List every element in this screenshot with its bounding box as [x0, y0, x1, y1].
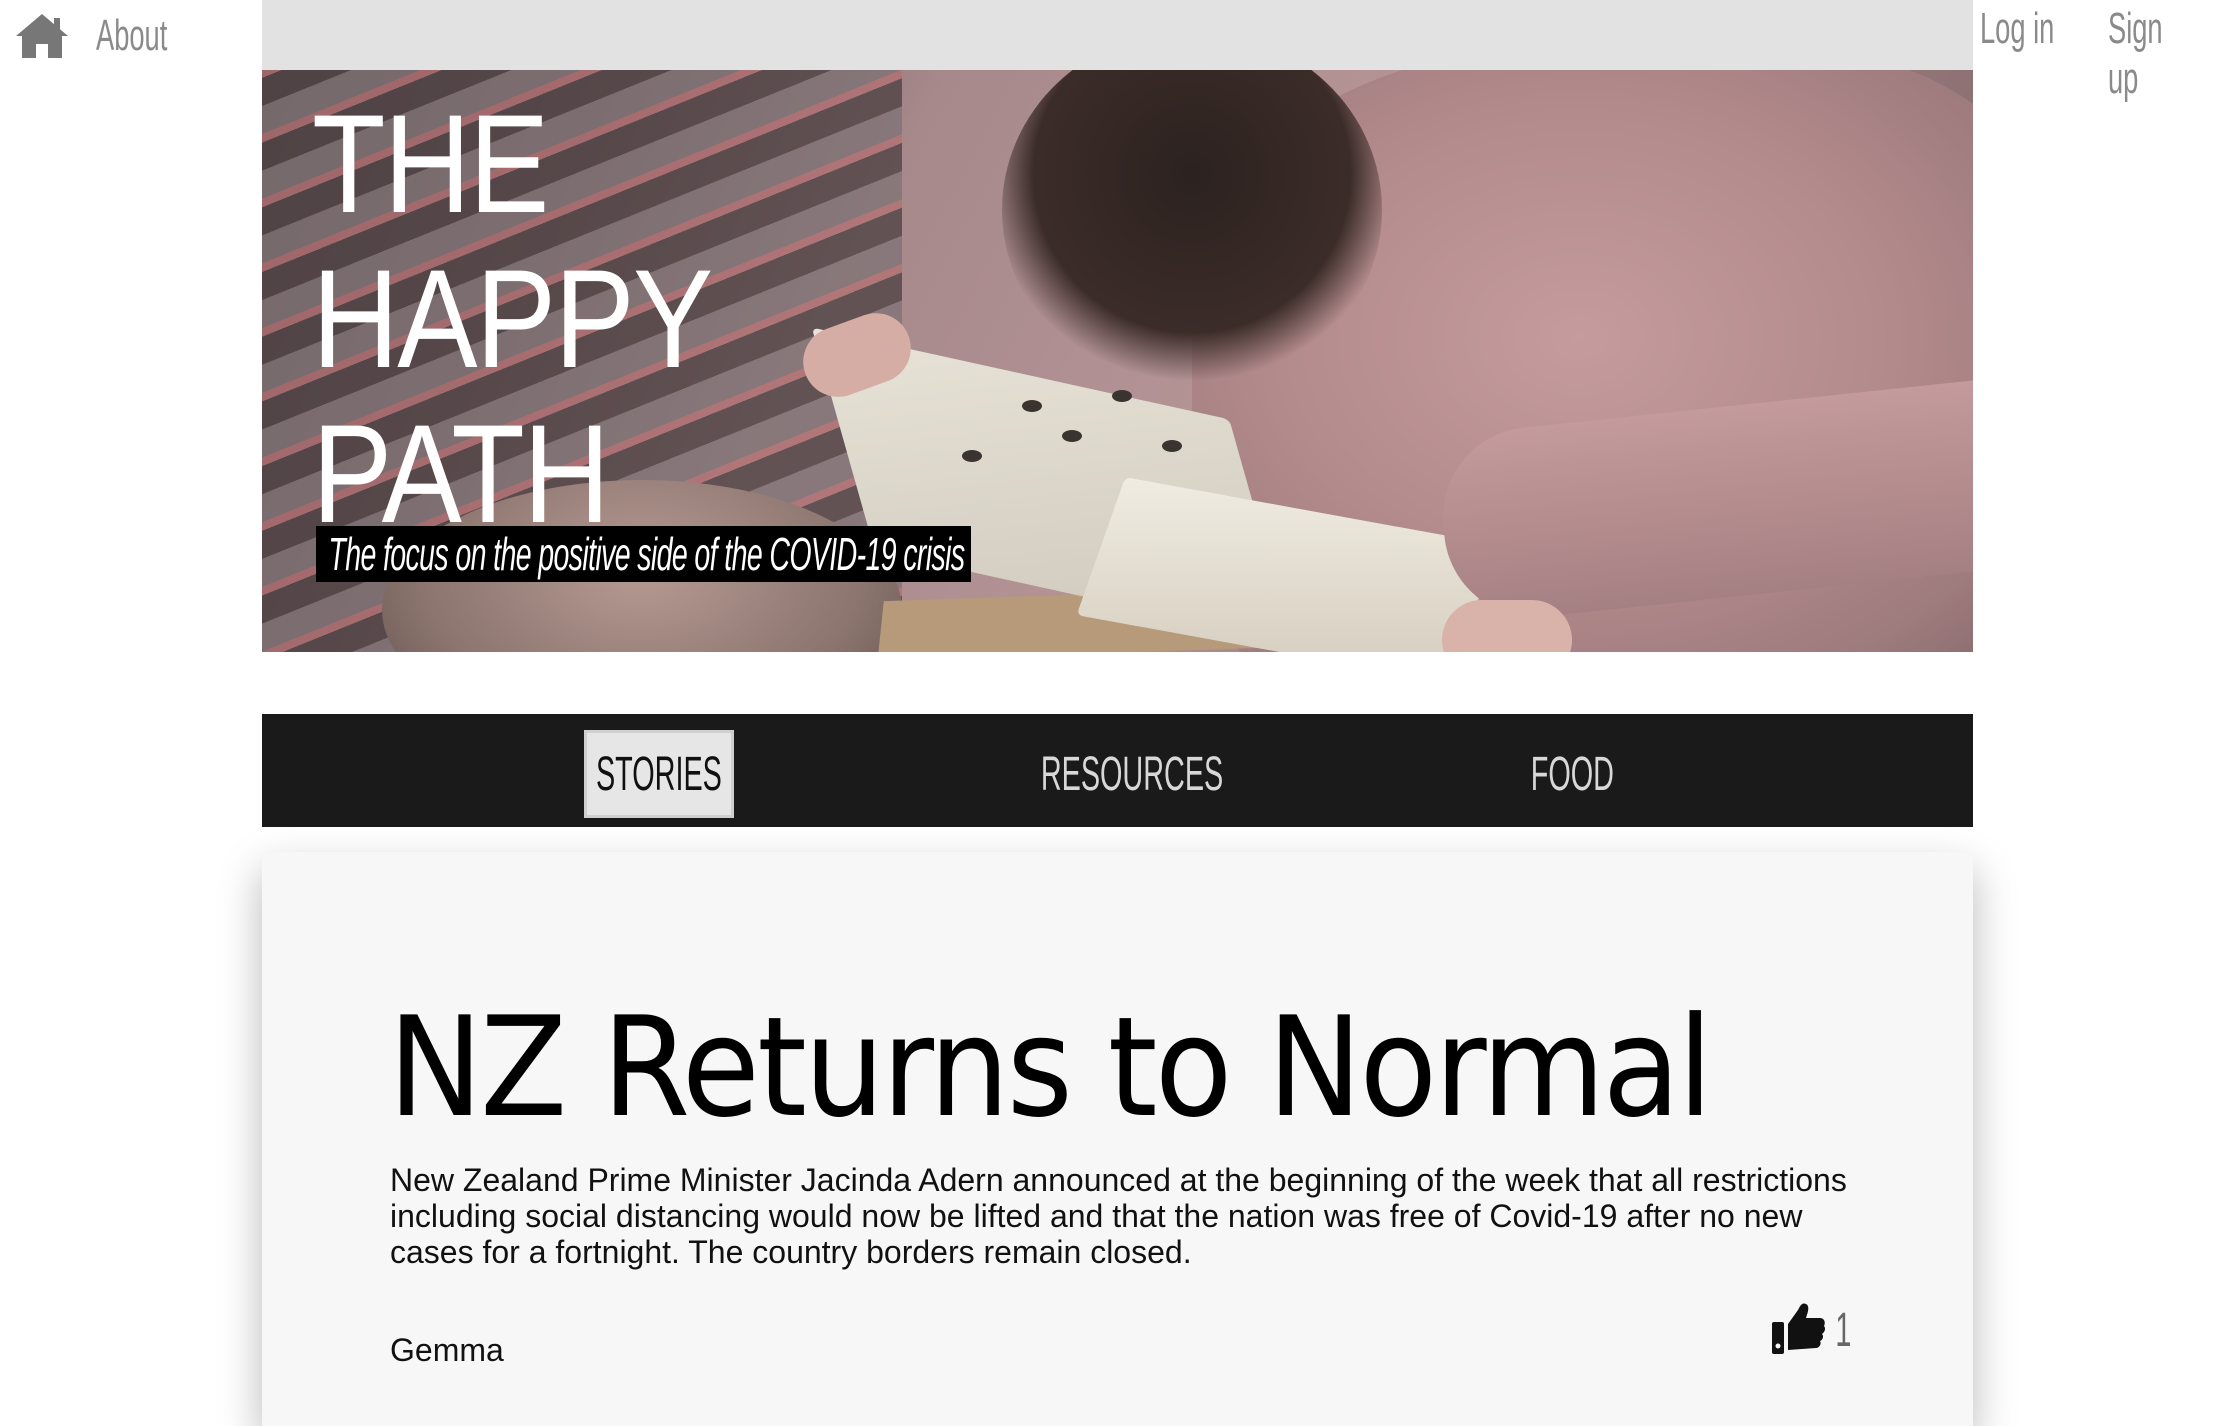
thumbs-up-icon[interactable] [1770, 1300, 1826, 1360]
tagline-text: The focus on the positive side of the CO… [328, 528, 965, 580]
hero-top-strip [262, 0, 1973, 70]
tab-label: FOOD [1530, 747, 1614, 801]
like-count: 1 [1835, 1303, 1852, 1357]
signup-link[interactable]: Sign up [2108, 4, 2190, 104]
home-icon[interactable] [14, 12, 70, 60]
tab-label: STORIES [596, 747, 722, 801]
tab-label: RESOURCES [1040, 747, 1224, 801]
top-left-nav: About [14, 8, 211, 64]
story-title[interactable]: NZ Returns to Normal [388, 987, 1713, 1148]
story-card: NZ Returns to Normal New Zealand Prime M… [262, 852, 1973, 1426]
tab-food[interactable]: FOOD [1522, 730, 1622, 818]
site-title-line: HAPPY [312, 240, 713, 397]
hero-photo-botanical-mark [1062, 430, 1082, 442]
like-control: 1 [1770, 1300, 1857, 1360]
site-title-line: THE [312, 85, 549, 242]
hero-photo-botanical-mark [962, 450, 982, 462]
about-link[interactable]: About [96, 11, 167, 61]
hero-banner: THE HAPPY PATH The focus on the positive… [262, 70, 1973, 652]
tagline-banner: The focus on the positive side of the CO… [316, 526, 971, 582]
auth-links: Log in Sign up [1980, 2, 2240, 103]
hero-photo-botanical-mark [1162, 440, 1182, 452]
tab-resources[interactable]: RESOURCES [1041, 730, 1223, 818]
category-nav: STORIES RESOURCES FOOD [262, 714, 1973, 827]
story-body: New Zealand Prime Minister Jacinda Adern… [390, 1162, 1847, 1270]
hero-photo-botanical-mark [1112, 390, 1132, 402]
story-author: Gemma [390, 1332, 504, 1368]
tab-stories[interactable]: STORIES [584, 730, 734, 818]
hero-photo-botanical-mark [1022, 400, 1042, 412]
site-title: THE HAPPY PATH [312, 85, 713, 551]
hero-photo-hand [1442, 600, 1572, 652]
login-link[interactable]: Log in [1980, 4, 2054, 54]
